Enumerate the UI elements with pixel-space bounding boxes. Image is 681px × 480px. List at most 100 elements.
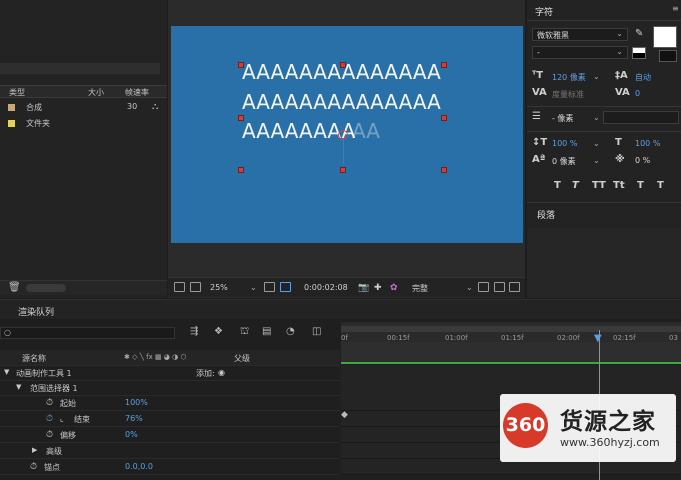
color-channel-icon[interactable]: ✿ xyxy=(390,283,398,293)
transform-handle[interactable] xyxy=(441,62,447,68)
timeline-row-range-selector[interactable]: ▼ 范围选择器 1 xyxy=(0,380,340,396)
project-col-type[interactable]: 类型 xyxy=(9,87,25,98)
timeline-row-advanced[interactable]: ▶ 高级 xyxy=(0,443,340,459)
baseline-shift-value[interactable]: 0 像素 xyxy=(552,156,576,167)
stroke-width-value[interactable]: - 像素 xyxy=(552,113,573,124)
character-panel-title[interactable]: 字符 xyxy=(535,5,553,18)
motion-blur-icon[interactable]: ◔ xyxy=(286,326,295,337)
timeline-row-label: 动画制作工具 1 xyxy=(16,369,72,378)
project-item-fps: 30 xyxy=(127,102,138,111)
time-ruler[interactable]: 0f 00:15f 01:00f 01:15f 02:00f 02:15f 03 xyxy=(341,322,681,342)
graph-icon[interactable]: ⌞ xyxy=(60,414,64,423)
add-property-label[interactable]: 添加: xyxy=(196,368,215,379)
timeline-row-offset[interactable]: ⏱ 偏移 0% xyxy=(0,427,340,443)
composition-track-bar[interactable] xyxy=(341,342,681,364)
stopwatch-icon[interactable]: ⏱ xyxy=(46,414,53,424)
comp-flowchart-icon[interactable]: ⇶ xyxy=(190,326,198,337)
timeline-search-input[interactable]: ○ xyxy=(0,327,175,339)
parent-header[interactable]: 父级 xyxy=(234,353,250,364)
fill-color-swatch[interactable] xyxy=(653,26,677,48)
tracking-value[interactable]: 0 xyxy=(635,89,640,98)
start-value[interactable]: 100% xyxy=(125,398,148,407)
small-caps-button[interactable]: Tt xyxy=(613,180,625,191)
frame-blending-icon[interactable]: ▤ xyxy=(262,326,271,337)
all-caps-button[interactable]: TT xyxy=(592,180,606,191)
eyedropper-icon[interactable]: ✎ xyxy=(635,28,643,39)
offset-value[interactable]: 0% xyxy=(125,430,138,439)
collapse-arrow-icon[interactable]: ▶ xyxy=(32,446,37,454)
stopwatch-icon[interactable]: ⏱ xyxy=(46,430,53,440)
timeline-row-animator[interactable]: ▼ 动画制作工具 1 添加: ◉ xyxy=(0,365,340,381)
transform-handle[interactable] xyxy=(441,115,447,121)
expand-arrow-icon[interactable]: ▼ xyxy=(4,368,9,376)
zoom-dropdown[interactable]: 25% xyxy=(210,283,228,292)
project-item-comp[interactable]: 合成 30 ⛬ xyxy=(0,100,167,114)
shy-layers-icon[interactable]: ⛫ xyxy=(240,326,249,339)
channel-icon[interactable]: ✚ xyxy=(374,283,382,293)
playhead-marker-icon[interactable]: ▼ xyxy=(594,333,602,344)
panel-menu-icon[interactable]: ≡ xyxy=(672,4,679,13)
faux-bold-button[interactable]: T xyxy=(554,180,561,191)
tab-render-queue[interactable]: 渲染队列 xyxy=(18,305,54,318)
transform-handle[interactable] xyxy=(340,62,346,68)
trash-icon[interactable]: 🗑 xyxy=(8,282,21,293)
project-col-fps[interactable]: 帧速率 xyxy=(125,87,149,98)
keyframe-icon[interactable]: ◆ xyxy=(341,410,348,420)
text-layer-line[interactable]: AAAAAAAAAAAAAA xyxy=(242,90,441,114)
work-area-bar[interactable] xyxy=(341,326,681,332)
transform-handle[interactable] xyxy=(441,167,447,173)
tsume-value[interactable]: 0 % xyxy=(635,156,650,165)
transparency-grid-icon[interactable] xyxy=(494,282,505,292)
font-style-select[interactable]: - ⌄ xyxy=(532,46,628,59)
current-timecode[interactable]: 0:00:02:08 xyxy=(304,283,348,292)
transform-handle[interactable] xyxy=(238,62,244,68)
resolution-dropdown[interactable]: 完整 xyxy=(412,283,428,294)
transform-handle[interactable] xyxy=(238,115,244,121)
end-value[interactable]: 76% xyxy=(125,414,143,423)
kerning-icon: VA xyxy=(532,87,547,98)
swap-colors-icon[interactable] xyxy=(632,47,646,59)
region-of-interest-icon[interactable] xyxy=(478,282,489,292)
project-col-size[interactable]: 大小 xyxy=(88,87,104,98)
stroke-color-swatch[interactable] xyxy=(659,50,677,62)
timeline-row-start[interactable]: ⏱ 起始 100% xyxy=(0,395,340,411)
snapshot-region-icon[interactable] xyxy=(174,282,185,292)
chevron-down-icon: ⌄ xyxy=(593,113,600,122)
paragraph-panel-title[interactable]: 段落 xyxy=(537,208,555,221)
leading-value[interactable]: 自动 xyxy=(635,72,651,83)
camera-view-icon[interactable] xyxy=(509,282,520,292)
font-size-value[interactable]: 120 像素 xyxy=(552,72,586,83)
layer-duration-bar[interactable] xyxy=(341,362,681,364)
timeline-row-anchor[interactable]: ⏱ 锚点 0.0,0.0 xyxy=(0,459,340,475)
baseline-shift-icon: Aª xyxy=(532,154,546,165)
kerning-value[interactable]: 度量标准 xyxy=(552,89,584,100)
anchor-point-icon[interactable] xyxy=(338,130,348,140)
camera-icon[interactable]: 📷 xyxy=(358,283,369,293)
add-circle-icon[interactable]: ◉ xyxy=(218,368,225,377)
flowchart-icon[interactable]: ⛬ xyxy=(152,102,158,112)
stroke-type-select[interactable] xyxy=(603,111,679,124)
anchor-value[interactable]: 0.0,0.0 xyxy=(125,462,153,471)
superscript-button[interactable]: T xyxy=(637,180,644,191)
project-item-folder[interactable]: 文件夹 xyxy=(0,116,167,130)
transform-handle[interactable] xyxy=(238,167,244,173)
grid-icon[interactable] xyxy=(264,282,275,292)
graph-editor-icon[interactable]: ◫ xyxy=(312,326,321,337)
transform-handle[interactable] xyxy=(340,167,346,173)
timeline-row-end[interactable]: ⏱ ⌞ 结束 76% xyxy=(0,411,340,427)
draft-3d-icon[interactable]: ❖ xyxy=(214,326,223,337)
font-family-select[interactable]: 微软雅黑 ⌄ xyxy=(532,28,628,41)
stopwatch-icon[interactable]: ⏱ xyxy=(30,462,37,472)
chevron-down-icon: ⌄ xyxy=(616,47,623,56)
mask-visibility-icon[interactable] xyxy=(280,282,291,292)
stopwatch-icon[interactable]: ⏱ xyxy=(46,398,53,408)
source-name-header[interactable]: 源名称 xyxy=(22,353,46,364)
expand-arrow-icon[interactable]: ▼ xyxy=(16,383,21,391)
monitor-icon[interactable] xyxy=(190,282,201,292)
project-search-input[interactable] xyxy=(0,63,160,74)
vertical-scale-value[interactable]: 100 % xyxy=(552,139,577,148)
faux-italic-button[interactable]: T xyxy=(572,180,579,191)
project-scrollbar[interactable] xyxy=(26,284,66,292)
horizontal-scale-value[interactable]: 100 % xyxy=(635,139,660,148)
subscript-button[interactable]: T xyxy=(657,180,664,191)
